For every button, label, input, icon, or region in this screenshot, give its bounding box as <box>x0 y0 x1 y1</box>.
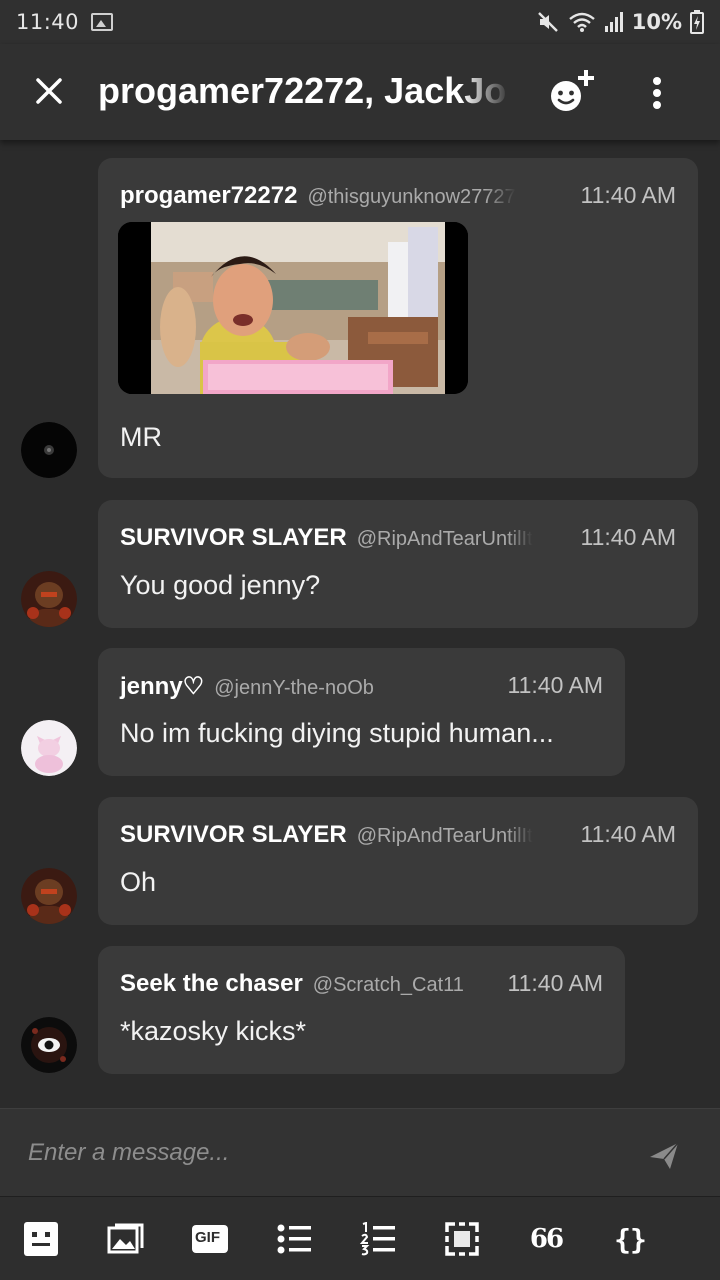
close-button[interactable] <box>32 72 68 112</box>
more-vert-icon <box>653 77 661 109</box>
message-time: 11:40 AM <box>580 524 676 550</box>
message-composer <box>0 1108 720 1196</box>
message-bubble[interactable]: SURVIVOR SLAYER @RipAndTearUntilIt 11:40… <box>98 500 698 628</box>
sender-handle: @RipAndTearUntilIt <box>356 528 533 550</box>
status-bar: 11:40 10% <box>0 0 720 44</box>
message-time: 11:40 AM <box>507 970 603 996</box>
message-text: No im fucking diying stupid human... <box>120 718 554 748</box>
message-input[interactable] <box>28 1133 588 1173</box>
chat-title: progamer72272, JackJo <box>98 70 507 111</box>
sender-handle: @jennY-the-noOb <box>214 677 374 699</box>
wifi-icon <box>568 12 595 32</box>
bullet-list-button[interactable] <box>274 1219 314 1259</box>
image-icon <box>107 1223 144 1254</box>
message-bubble[interactable]: progamer72272 @thisguyunknow27727 11:40 … <box>98 158 698 478</box>
close-icon <box>36 78 62 104</box>
sender-name[interactable]: SURVIVOR SLAYER <box>120 524 347 552</box>
code-icon: {} <box>614 1222 647 1256</box>
message-text: MR <box>120 422 162 452</box>
avatar-image <box>21 720 77 776</box>
send-icon <box>650 1142 679 1169</box>
avatar-image <box>21 571 77 627</box>
message-bubble[interactable]: jenny♡ @jennY-the-noOb 11:40 AM No im fu… <box>98 648 625 776</box>
message-text: You good jenny? <box>120 570 321 600</box>
chat-header: progamer72272, JackJo <box>0 44 720 140</box>
message-bubble[interactable]: SURVIVOR SLAYER @RipAndTearUntilIt 11:40… <box>98 797 698 925</box>
sender-handle: @Scratch_Cat11 <box>312 974 464 996</box>
message-header: SURVIVOR SLAYER @RipAndTearUntilIt <box>120 524 533 552</box>
numbered-list-button[interactable] <box>358 1219 398 1259</box>
emoji-icon <box>24 1222 58 1256</box>
avatar-image <box>21 868 77 924</box>
avatar[interactable] <box>21 571 77 627</box>
sender-name[interactable]: SURVIVOR SLAYER <box>120 821 347 849</box>
status-time: 11:40 <box>16 10 80 34</box>
code-block-button[interactable]: {} <box>610 1219 650 1259</box>
image-button[interactable] <box>106 1219 146 1259</box>
sender-name[interactable]: jenny♡ <box>120 672 204 701</box>
mute-icon <box>537 12 558 32</box>
message-header: Seek the chaser @Scratch_Cat11 <box>120 970 464 998</box>
sender-name[interactable]: Seek the chaser <box>120 970 303 998</box>
battery-icon <box>690 10 704 34</box>
emoji-keyboard-button[interactable] <box>21 1219 61 1259</box>
avatar[interactable] <box>21 720 77 776</box>
message-header: jenny♡ @jennY-the-noOb <box>120 672 374 701</box>
quote-button[interactable]: 66 <box>526 1219 566 1259</box>
spoiler-button[interactable] <box>442 1219 482 1259</box>
bullet-list-icon <box>277 1224 311 1254</box>
sender-handle: @RipAndTearUntilIt <box>356 825 533 847</box>
message-bubble[interactable]: Seek the chaser @Scratch_Cat11 11:40 AM … <box>98 946 625 1074</box>
quote-icon: 66 <box>529 1224 564 1254</box>
avatar[interactable] <box>21 868 77 924</box>
message-list[interactable]: progamer72272 @thisguyunknow27727 11:40 … <box>0 140 720 1108</box>
message-time: 11:40 AM <box>507 672 603 698</box>
message-text: Oh <box>120 867 157 897</box>
more-options-button[interactable] <box>640 72 674 116</box>
gif-label: GIF <box>195 1229 220 1246</box>
gif-attachment[interactable] <box>118 222 468 394</box>
signal-icon <box>604 12 623 32</box>
numbered-list-icon <box>359 1222 395 1256</box>
gallery-notification-icon <box>91 13 114 31</box>
avatar-image <box>21 1017 77 1073</box>
avatar-image <box>21 422 77 478</box>
status-icons: 10% <box>536 10 704 34</box>
sender-name[interactable]: progamer72272 <box>120 182 297 210</box>
send-button[interactable] <box>646 1137 682 1173</box>
format-toolbar: GIF 66 {} <box>0 1196 720 1280</box>
message-time: 11:40 AM <box>580 821 676 847</box>
add-member-button[interactable] <box>548 68 598 118</box>
message-header: progamer72272 @thisguyunknow27727 <box>120 182 516 210</box>
message-header: SURVIVOR SLAYER @RipAndTearUntilIt <box>120 821 533 849</box>
spoiler-icon <box>445 1222 479 1256</box>
message-text: *kazosky kicks* <box>120 1016 307 1046</box>
gif-button[interactable]: GIF <box>190 1219 230 1259</box>
avatar[interactable] <box>21 1017 77 1073</box>
sender-handle: @thisguyunknow27727 <box>307 186 516 208</box>
message-time: 11:40 AM <box>580 182 676 208</box>
gif-image <box>118 222 468 394</box>
avatar[interactable] <box>21 422 77 478</box>
battery-percent: 10% <box>631 10 682 34</box>
add-member-icon <box>551 70 594 111</box>
